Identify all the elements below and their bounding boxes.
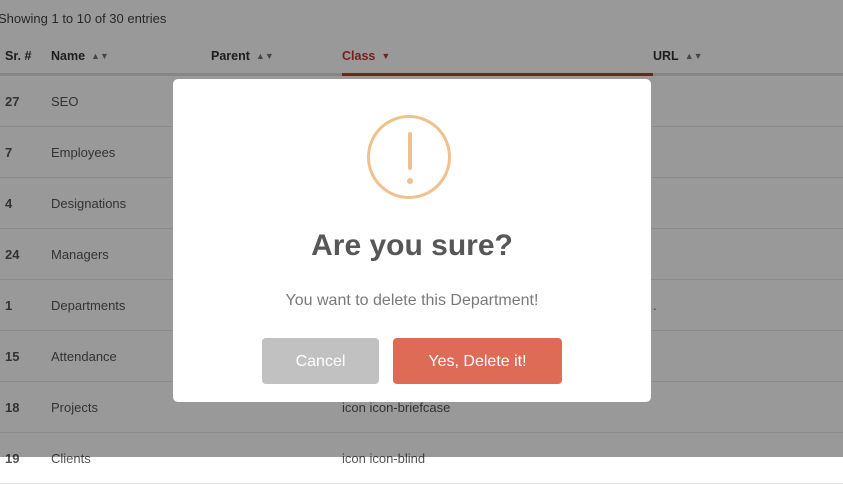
dialog-title: Are you sure? — [311, 229, 513, 262]
confirm-delete-button[interactable]: Yes, Delete it! — [393, 338, 562, 384]
warning-icon — [367, 115, 451, 199]
warning-icon-bar — [408, 132, 412, 170]
warning-icon-dot — [407, 178, 413, 184]
cancel-button[interactable]: Cancel — [262, 338, 379, 384]
confirm-delete-dialog: Are you sure? You want to delete this De… — [173, 79, 651, 402]
dialog-message: You want to delete this Department! — [285, 292, 539, 309]
